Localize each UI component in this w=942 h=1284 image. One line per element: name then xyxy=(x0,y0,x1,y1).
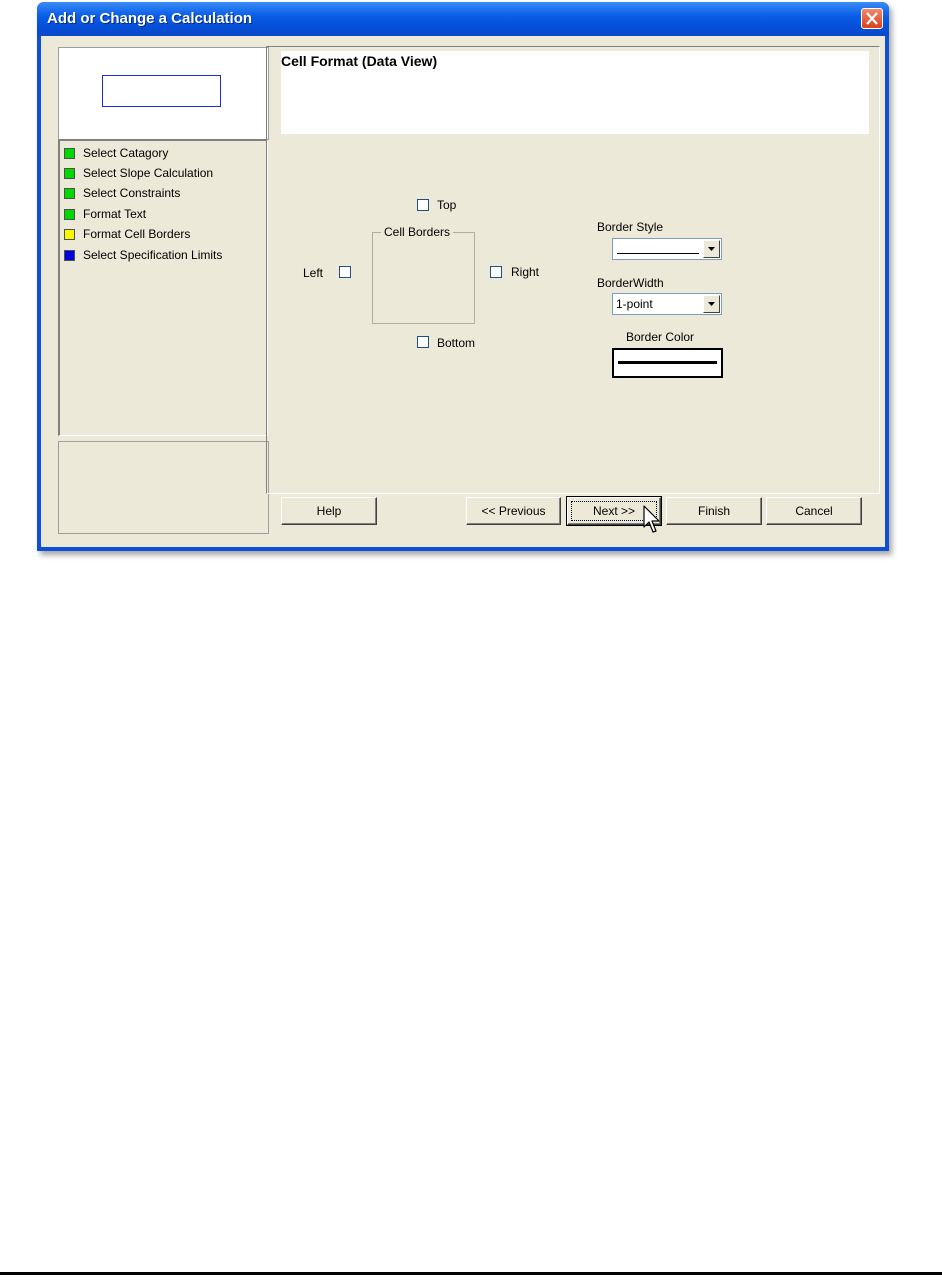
page-bottom-rule xyxy=(0,1272,942,1275)
cell-preview-panel xyxy=(58,47,269,140)
left-border-checkbox[interactable] xyxy=(339,266,351,278)
border-style-dropdown[interactable] xyxy=(612,238,722,260)
left-border-label: Left xyxy=(303,266,324,280)
border-color-swatch xyxy=(618,361,717,364)
chevron-down-icon xyxy=(708,302,715,306)
step-status-swatch xyxy=(64,167,75,179)
step-status-swatch xyxy=(64,187,75,199)
cancel-button[interactable]: Cancel xyxy=(766,497,862,525)
step-label: Select Catagory xyxy=(83,146,169,160)
step-item[interactable]: Format Cell Borders xyxy=(64,226,190,242)
step-label: Select Specification Limits xyxy=(83,248,223,262)
wizard-steps-list: Select Catagory Select Slope Calculation… xyxy=(58,139,268,436)
step-info-panel xyxy=(58,441,269,534)
border-style-label: Border Style xyxy=(597,220,664,234)
top-border-label: Top xyxy=(437,198,457,212)
step-status-swatch xyxy=(64,147,75,159)
border-color-label: Border Color xyxy=(626,330,695,344)
close-button[interactable] xyxy=(861,8,883,29)
border-width-value: 1-point xyxy=(616,297,653,311)
right-border-label: Right xyxy=(511,265,540,279)
previous-button[interactable]: << Previous xyxy=(466,497,561,525)
bottom-border-label: Bottom xyxy=(437,336,476,350)
border-width-dropdown-arrow[interactable] xyxy=(703,295,720,313)
step-item[interactable]: Format Text xyxy=(64,206,146,222)
finish-button[interactable]: Finish xyxy=(666,497,762,525)
bottom-border-checkbox[interactable] xyxy=(417,336,429,348)
close-icon xyxy=(866,12,878,25)
title-bar[interactable]: Add or Change a Calculation xyxy=(37,2,889,36)
border-width-label: BorderWidth xyxy=(597,276,664,290)
cell-borders-group: Cell Borders xyxy=(372,225,475,324)
step-label: Format Cell Borders xyxy=(83,227,191,241)
step-label: Select Slope Calculation xyxy=(83,166,214,180)
cell-borders-group-label: Cell Borders xyxy=(381,225,454,239)
step-item[interactable]: Select Slope Calculation xyxy=(64,165,213,181)
border-style-dropdown-arrow[interactable] xyxy=(703,240,720,258)
window-title: Add or Change a Calculation xyxy=(47,10,253,27)
step-item[interactable]: Select Constraints xyxy=(64,185,180,201)
dialog-client-area: Select Catagory Select Slope Calculation… xyxy=(41,36,885,547)
chevron-down-icon xyxy=(708,247,715,251)
cell-preview-border xyxy=(102,75,221,107)
step-status-swatch xyxy=(64,228,75,240)
step-item[interactable]: Select Specification Limits xyxy=(64,247,222,263)
mouse-pointer-icon xyxy=(643,505,660,533)
step-status-swatch xyxy=(64,208,75,220)
step-label: Select Constraints xyxy=(83,186,181,200)
dialog-window: Add or Change a Calculation Select Catag… xyxy=(37,2,889,551)
wizard-page-panel: Cell Format (Data View) Top Left Cell Bo… xyxy=(266,46,880,494)
right-border-checkbox[interactable] xyxy=(490,266,502,278)
page-header: Cell Format (Data View) xyxy=(281,51,869,134)
border-color-button[interactable] xyxy=(612,348,723,378)
page-title: Cell Format (Data View) xyxy=(281,53,438,69)
step-label: Format Text xyxy=(83,207,147,221)
wizard-button-bar: Help << Previous Next >> Finish Cancel xyxy=(266,493,878,535)
border-style-preview-line xyxy=(617,253,699,254)
border-width-dropdown[interactable]: 1-point xyxy=(612,293,722,315)
top-border-checkbox[interactable] xyxy=(417,199,429,211)
step-status-swatch xyxy=(64,249,75,261)
step-item[interactable]: Select Catagory xyxy=(64,145,168,161)
help-button[interactable]: Help xyxy=(281,497,377,525)
